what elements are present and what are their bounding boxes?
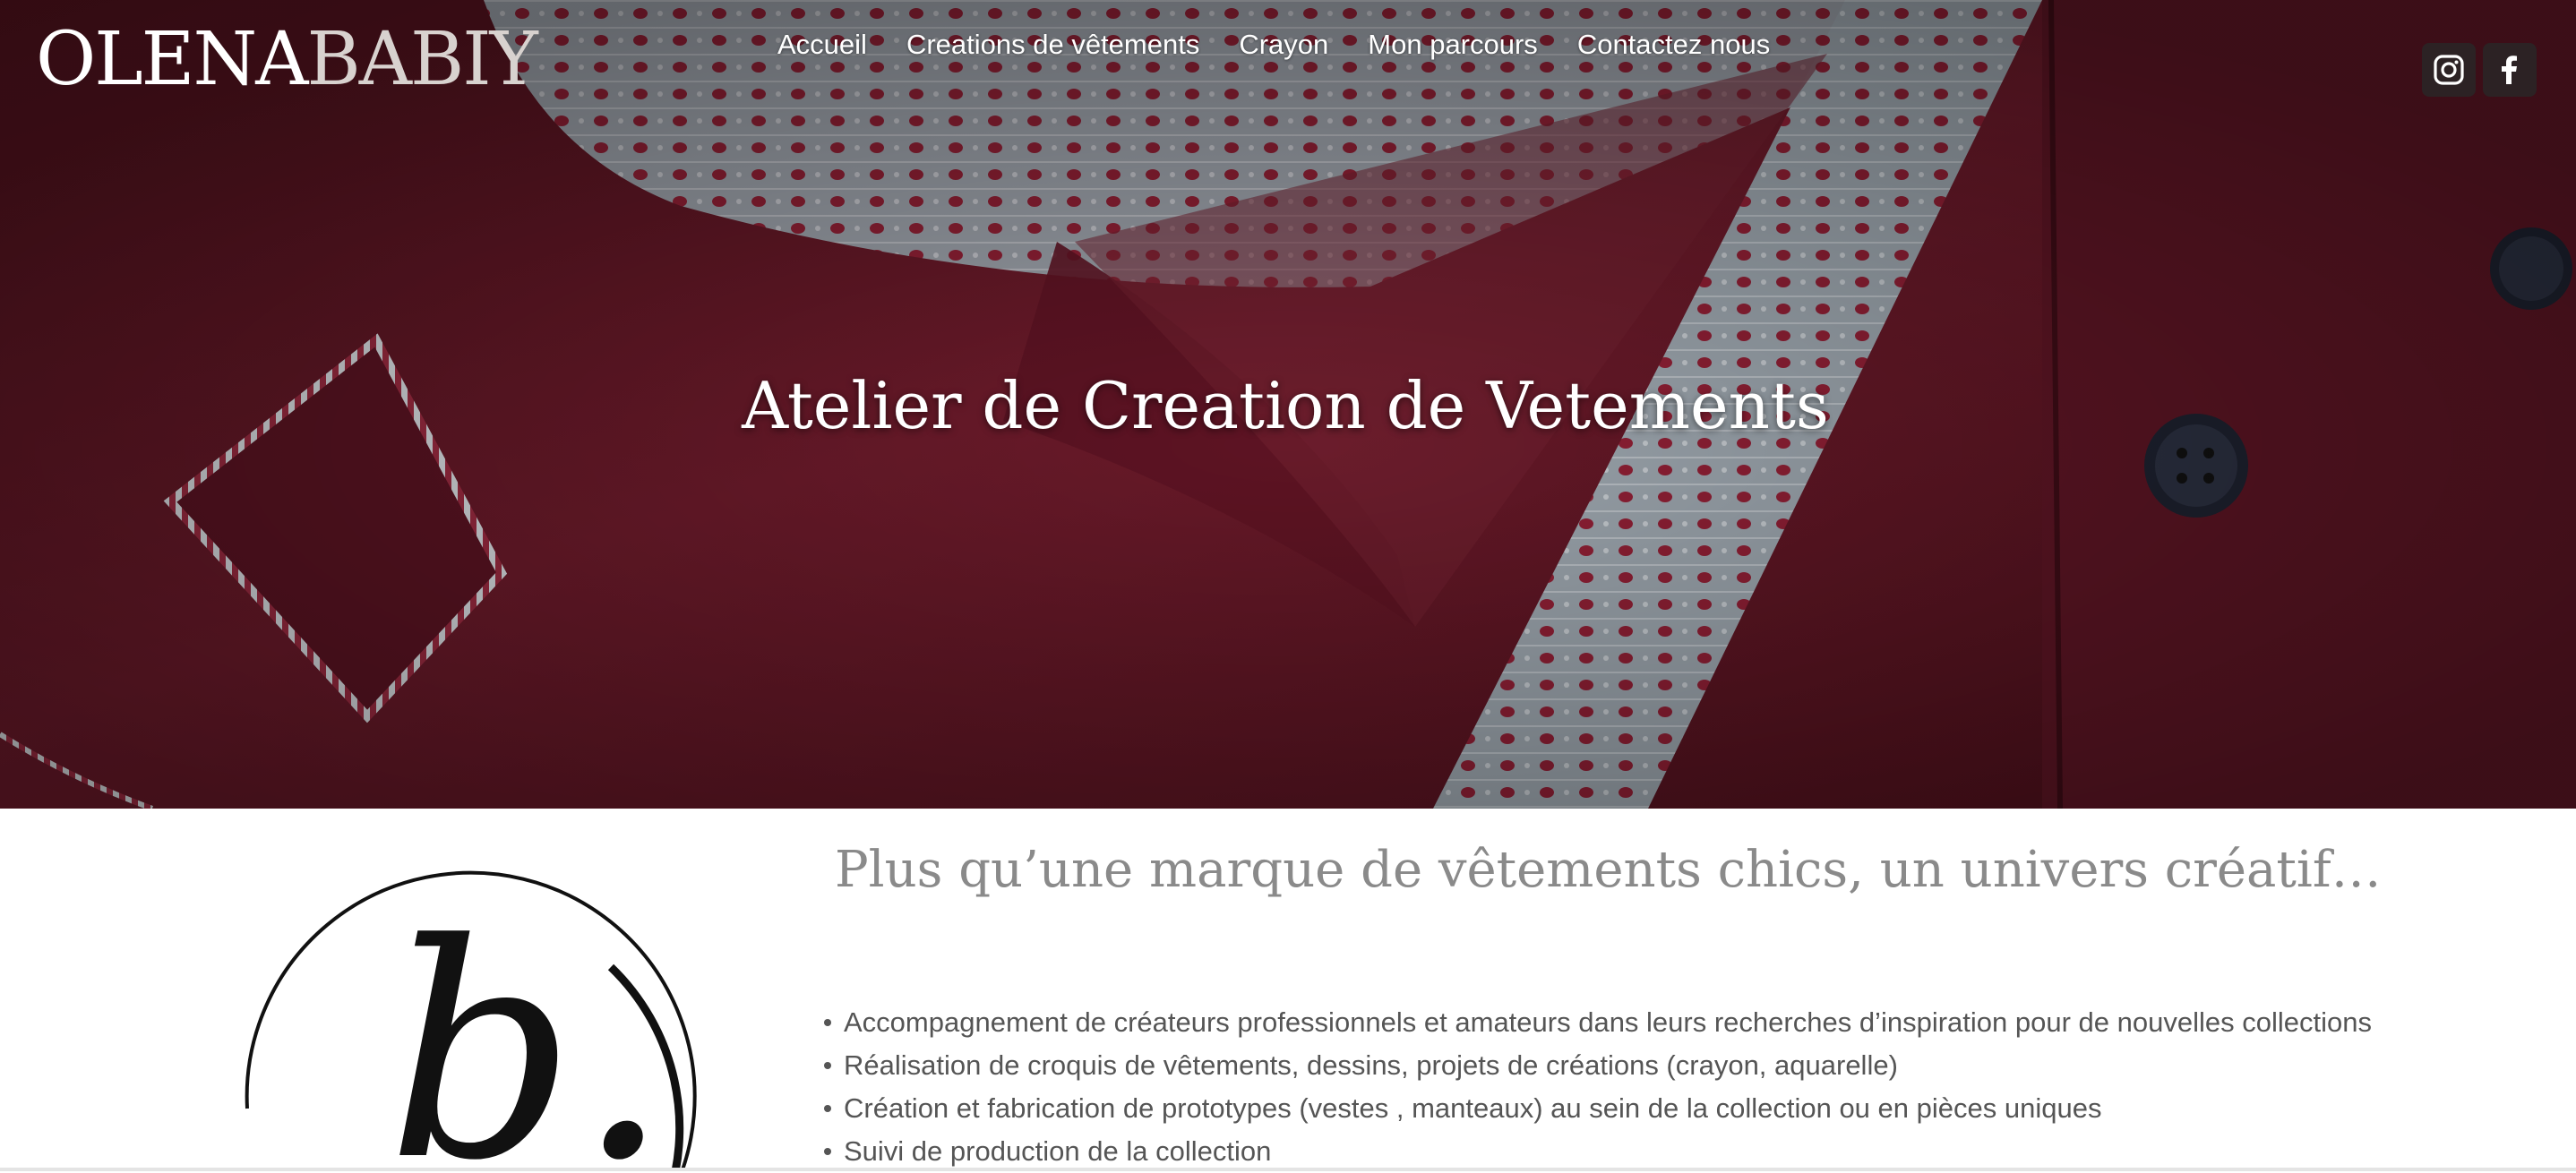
site-logo[interactable]: OLENABABIY [36, 17, 538, 102]
list-item: Création et fabrication de prototypes (v… [824, 1087, 2372, 1130]
nav-item-accueil[interactable]: Accueil [777, 29, 867, 61]
section-tagline: Plus qu’une marque de vêtements chics, u… [835, 841, 2382, 899]
list-item: Accompagnement de créateurs professionne… [824, 1001, 2372, 1044]
hero-title: Atelier de Creation de Vetements [742, 368, 1829, 443]
main-navigation: Accueil Creations de vêtements Crayon Mo… [777, 21, 1770, 68]
instagram-link[interactable] [2422, 43, 2476, 97]
page-divider [0, 1168, 2576, 1171]
nav-item-crayon[interactable]: Crayon [1239, 29, 1328, 61]
nav-item-contactez-nous[interactable]: Contactez nous [1577, 29, 1770, 61]
brand-mark-glyph: b. [387, 881, 670, 1171]
instagram-icon [2434, 55, 2464, 85]
hero-banner: OLENABABIY Accueil Creations de vêtement… [0, 0, 2576, 809]
logo-text-main: OLENA [36, 17, 309, 102]
facebook-icon [2502, 56, 2517, 84]
logo-text-light: BABIY [306, 17, 538, 102]
nav-item-creations-de-vetements[interactable]: Creations de vêtements [906, 29, 1199, 61]
list-item: Réalisation de croquis de vêtements, des… [824, 1044, 2372, 1087]
facebook-link[interactable] [2483, 43, 2537, 97]
services-list: Accompagnement de créateurs professionne… [824, 1001, 2372, 1173]
list-item: Suivi de production de la collection [824, 1130, 2372, 1173]
nav-item-mon-parcours[interactable]: Mon parcours [1368, 29, 1538, 61]
brand-mark-logo: b. [235, 833, 700, 1171]
social-links [2422, 43, 2537, 97]
